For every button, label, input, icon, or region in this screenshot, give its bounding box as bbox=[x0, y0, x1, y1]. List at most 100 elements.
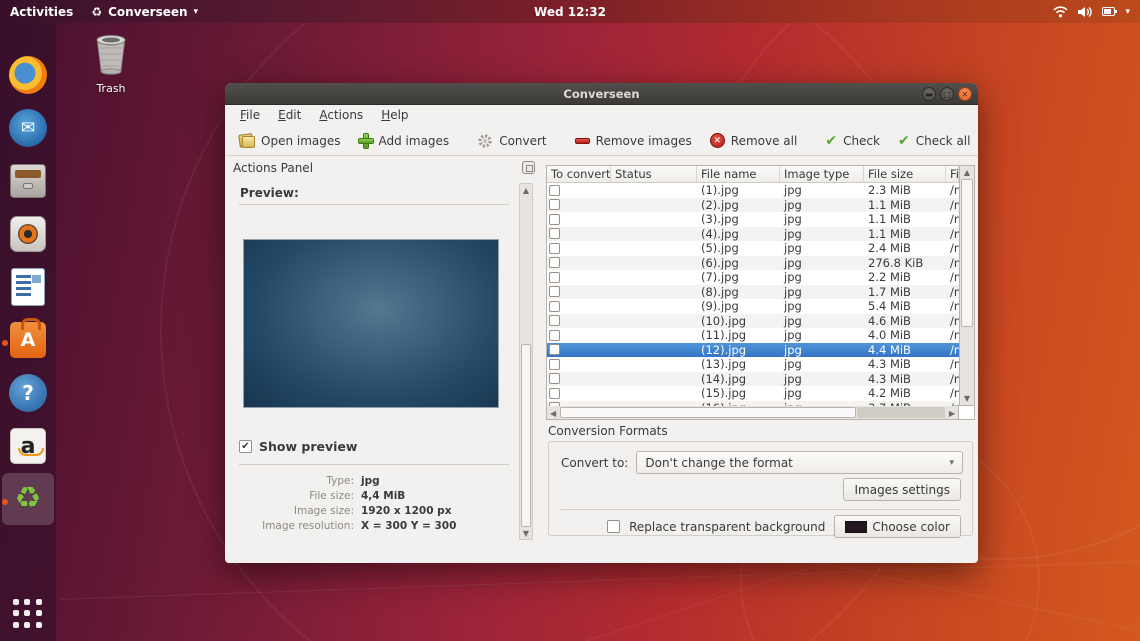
images-settings-button[interactable]: Images settings bbox=[843, 478, 961, 501]
choose-color-button[interactable]: Choose color bbox=[834, 515, 961, 538]
col-image-type[interactable]: Image type bbox=[780, 166, 864, 182]
maximize-button[interactable]: □ bbox=[940, 87, 954, 101]
col-file-path[interactable]: Fil bbox=[946, 166, 959, 182]
table-row[interactable]: (5).jpgjpg2.4 MiB/n bbox=[547, 241, 959, 256]
dock-item-libreoffice-writer[interactable] bbox=[8, 267, 48, 307]
open-images-button[interactable]: Open images bbox=[231, 131, 349, 151]
app-menu-label: Converseen bbox=[108, 5, 187, 19]
menu-edit[interactable]: Edit bbox=[269, 105, 310, 126]
row-checkbox[interactable] bbox=[549, 315, 560, 326]
running-indicator-dot bbox=[2, 499, 8, 505]
menu-help[interactable]: Help bbox=[372, 105, 417, 126]
show-applications-button[interactable] bbox=[13, 599, 43, 629]
row-checkbox[interactable] bbox=[549, 388, 560, 399]
float-panel-icon[interactable] bbox=[522, 161, 535, 174]
table-row[interactable]: (15).jpgjpg4.2 MiB/n bbox=[547, 386, 959, 401]
dock-item-converseen[interactable]: ♻ bbox=[8, 479, 48, 519]
table-row[interactable]: (9).jpgjpg5.4 MiB/n bbox=[547, 299, 959, 314]
col-file-size[interactable]: File size bbox=[864, 166, 946, 182]
col-to-convert[interactable]: To convert bbox=[547, 166, 611, 182]
scroll-left-arrow-icon[interactable]: ◀ bbox=[550, 409, 556, 418]
table-row[interactable]: (11).jpgjpg4.0 MiB/n bbox=[547, 328, 959, 343]
scrollbar-thumb[interactable] bbox=[560, 407, 856, 418]
table-row[interactable]: (12).jpgjpg4.4 MiB/n bbox=[547, 343, 959, 358]
preview-label: Preview: bbox=[240, 186, 299, 200]
check-button[interactable]: ✔ Check bbox=[817, 131, 888, 151]
scrollbar-thumb[interactable] bbox=[961, 179, 973, 327]
table-row[interactable]: (1).jpgjpg2.3 MiB/n bbox=[547, 183, 959, 198]
minimize-button[interactable]: ▬ bbox=[922, 87, 936, 101]
table-row[interactable]: (13).jpgjpg4.3 MiB/n bbox=[547, 357, 959, 372]
scroll-down-arrow-icon[interactable]: ▼ bbox=[960, 394, 974, 403]
cell-file-size: 4.4 MiB bbox=[864, 343, 946, 358]
row-checkbox[interactable] bbox=[549, 257, 560, 268]
row-checkbox[interactable] bbox=[549, 330, 560, 341]
cell-file-path: /n bbox=[946, 386, 959, 401]
cell-status bbox=[611, 212, 697, 227]
row-checkbox[interactable] bbox=[549, 344, 560, 355]
scrollbar-thumb[interactable] bbox=[521, 344, 531, 527]
replace-background-checkbox[interactable] bbox=[607, 520, 620, 533]
row-checkbox[interactable] bbox=[549, 214, 560, 225]
table-row[interactable]: (14).jpgjpg4.3 MiB/n bbox=[547, 372, 959, 387]
scroll-up-arrow-icon[interactable]: ▲ bbox=[960, 168, 974, 177]
row-checkbox[interactable] bbox=[549, 272, 560, 283]
table-row[interactable]: (3).jpgjpg1.1 MiB/n bbox=[547, 212, 959, 227]
format-select[interactable]: Don't change the format ▾ bbox=[636, 451, 963, 474]
table-horizontal-scrollbar[interactable]: ◀ ▶ bbox=[546, 406, 959, 420]
help-icon: ? bbox=[9, 374, 47, 412]
scroll-up-arrow-icon[interactable]: ▲ bbox=[520, 186, 532, 195]
dock-item-rhythmbox[interactable] bbox=[8, 214, 48, 254]
open-images-icon bbox=[239, 134, 255, 148]
dock-item-help[interactable]: ? bbox=[8, 373, 48, 413]
dock-item-firefox[interactable] bbox=[8, 55, 48, 95]
dock-item-amazon[interactable]: a bbox=[8, 426, 48, 466]
table-vertical-scrollbar[interactable]: ▲ ▼ bbox=[959, 165, 975, 406]
converseen-window: Converseen ▬ □ ✕ File Edit Actions Help … bbox=[225, 83, 978, 563]
dock-item-thunderbird[interactable]: ✉ bbox=[8, 108, 48, 148]
scrollbar-track[interactable] bbox=[857, 407, 945, 418]
scroll-down-arrow-icon[interactable]: ▼ bbox=[520, 529, 532, 538]
panel-scrollbar[interactable]: ▲ ▼ bbox=[519, 183, 533, 540]
col-file-name[interactable]: File name bbox=[697, 166, 780, 182]
menu-actions[interactable]: Actions bbox=[310, 105, 372, 126]
check-all-button[interactable]: ✔ Check all bbox=[890, 131, 978, 151]
table-row[interactable]: (4).jpgjpg1.1 MiB/n bbox=[547, 227, 959, 242]
cell-status bbox=[611, 198, 697, 213]
table-row[interactable]: (10).jpgjpg4.6 MiB/n bbox=[547, 314, 959, 329]
row-checkbox[interactable] bbox=[549, 243, 560, 254]
table-row[interactable]: (2).jpgjpg1.1 MiB/n bbox=[547, 198, 959, 213]
dock-item-files[interactable] bbox=[8, 161, 48, 201]
row-checkbox[interactable] bbox=[549, 199, 560, 210]
chevron-down-icon: ▾ bbox=[1125, 7, 1130, 17]
table-row[interactable]: (6).jpgjpg276.8 KiB/n bbox=[547, 256, 959, 271]
close-button[interactable]: ✕ bbox=[958, 87, 972, 101]
row-checkbox[interactable] bbox=[549, 301, 560, 312]
row-checkbox[interactable] bbox=[549, 373, 560, 384]
cell-file-name: (5).jpg bbox=[697, 241, 780, 256]
cell-to-convert bbox=[547, 299, 611, 314]
trash-icon bbox=[92, 34, 130, 76]
scroll-right-arrow-icon[interactable]: ▶ bbox=[949, 409, 955, 418]
row-checkbox[interactable] bbox=[549, 185, 560, 196]
system-tray[interactable]: ▾ bbox=[1053, 6, 1140, 18]
remove-all-button[interactable]: ✕ Remove all bbox=[702, 130, 806, 151]
dock-item-ubuntu-software[interactable]: A bbox=[8, 320, 48, 360]
row-checkbox[interactable] bbox=[549, 286, 560, 297]
cell-to-convert bbox=[547, 285, 611, 300]
cell-to-convert bbox=[547, 372, 611, 387]
trash-desktop-icon[interactable]: Trash bbox=[84, 34, 138, 95]
convert-button[interactable]: Convert bbox=[469, 130, 554, 152]
table-row[interactable]: (8).jpgjpg1.7 MiB/n bbox=[547, 285, 959, 300]
table-row[interactable]: (7).jpgjpg2.2 MiB/n bbox=[547, 270, 959, 285]
menu-file[interactable]: File bbox=[231, 105, 269, 126]
app-menu[interactable]: ♻ Converseen ▾ bbox=[91, 5, 198, 19]
row-checkbox[interactable] bbox=[549, 228, 560, 239]
add-images-button[interactable]: Add images bbox=[351, 131, 458, 151]
activities-button[interactable]: Activities bbox=[10, 5, 73, 19]
show-preview-checkbox[interactable]: ✔ bbox=[239, 440, 252, 453]
remove-images-button[interactable]: Remove images bbox=[567, 131, 700, 151]
window-titlebar[interactable]: Converseen ▬ □ ✕ bbox=[225, 83, 978, 105]
col-status[interactable]: Status bbox=[611, 166, 697, 182]
row-checkbox[interactable] bbox=[549, 359, 560, 370]
